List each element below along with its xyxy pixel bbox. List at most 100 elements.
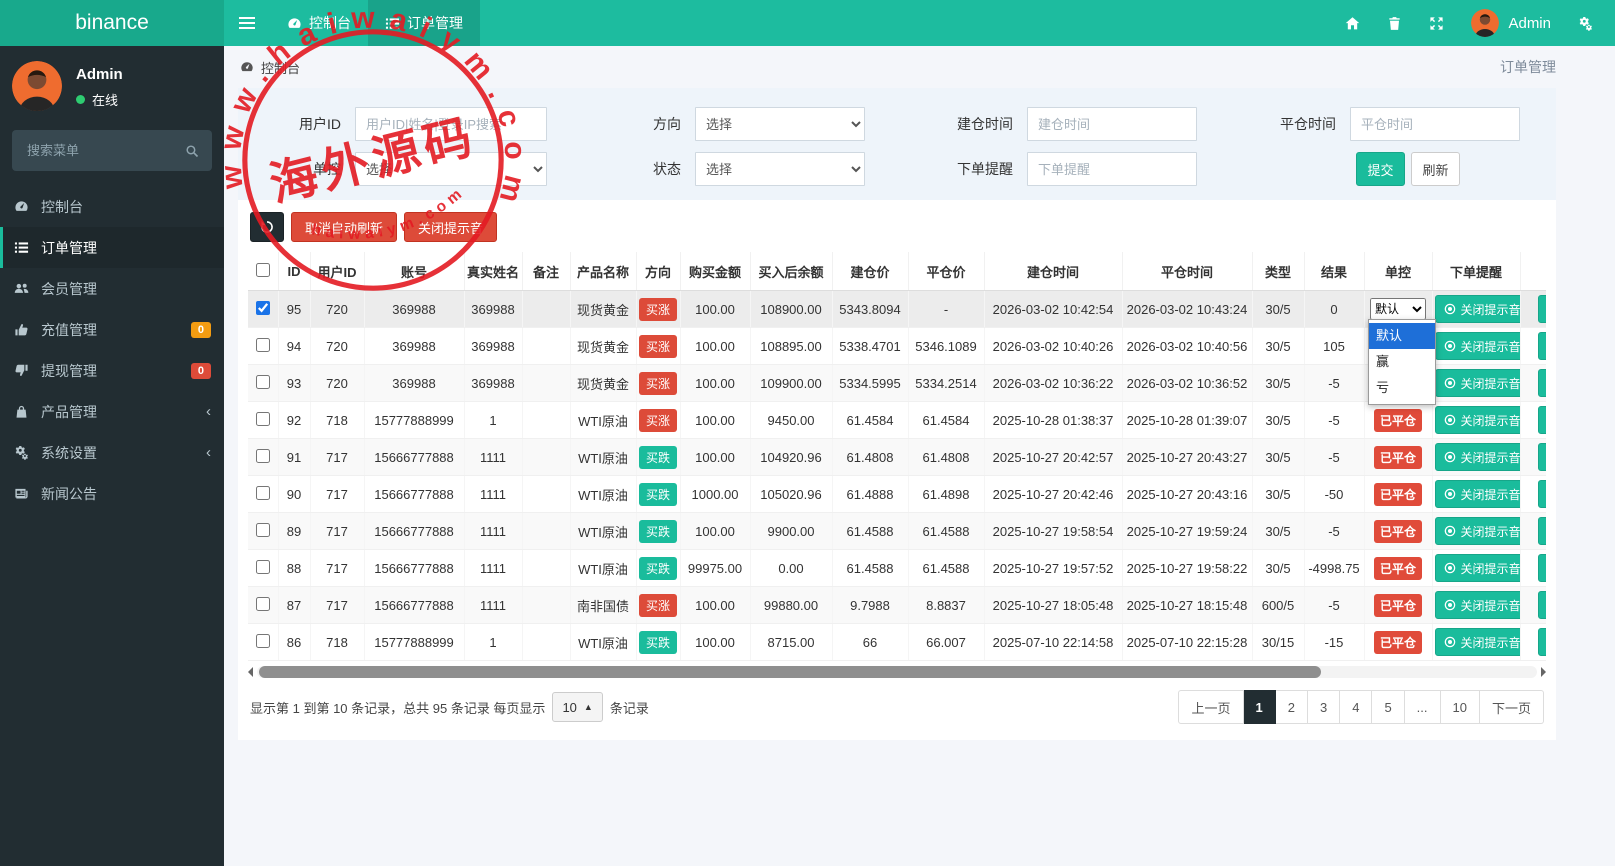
- column-header[interactable]: 买入后余额: [750, 252, 833, 291]
- sidebar-item-2[interactable]: 会员管理: [0, 268, 224, 309]
- column-header[interactable]: 结果: [1304, 252, 1365, 291]
- page-button-5[interactable]: 5: [1372, 690, 1405, 724]
- edit-button[interactable]: [1538, 369, 1546, 397]
- close-alert-sound-button[interactable]: 关闭提示音: [1434, 369, 1519, 397]
- sidebar-item-0[interactable]: 控制台: [0, 186, 224, 227]
- row-checkbox[interactable]: [255, 374, 270, 389]
- page-button-1[interactable]: 1: [1243, 690, 1276, 724]
- edit-button[interactable]: [1538, 628, 1546, 656]
- edit-button[interactable]: [1538, 406, 1546, 434]
- row-checkbox[interactable]: [255, 448, 270, 463]
- close-alert-sound-button[interactable]: 关闭提示音: [1434, 591, 1519, 619]
- breadcrumb-label[interactable]: 控制台: [261, 58, 300, 77]
- column-header[interactable]: 类型: [1252, 252, 1305, 291]
- fullscreen-icon[interactable]: [1429, 16, 1444, 31]
- status-select[interactable]: 选择: [695, 152, 865, 186]
- home-icon[interactable]: [1345, 16, 1360, 31]
- edit-button[interactable]: [1538, 443, 1546, 471]
- dropdown-option[interactable]: 默认: [1369, 323, 1435, 349]
- page-button-上一页[interactable]: 上一页: [1178, 690, 1244, 724]
- close-alert-sound-button[interactable]: 关闭提示音: [1434, 480, 1519, 508]
- scroll-right-arrow-icon[interactable]: [1541, 667, 1546, 677]
- sidebar-item-4[interactable]: 提现管理 0: [0, 350, 224, 391]
- column-header[interactable]: 建仓时间: [984, 252, 1123, 291]
- column-header[interactable]: 备注: [522, 252, 571, 291]
- sidebar-toggle-button[interactable]: [224, 0, 270, 46]
- close-alert-sound-toolbar-button[interactable]: 关闭提示音: [404, 212, 498, 242]
- close-alert-sound-button[interactable]: 关闭提示音: [1434, 628, 1519, 656]
- row-checkbox[interactable]: [255, 485, 270, 500]
- edit-button[interactable]: [1538, 332, 1546, 360]
- user-id-search-input[interactable]: [355, 107, 547, 141]
- scrollbar-track[interactable]: [257, 666, 1537, 678]
- search-icon[interactable]: [185, 144, 199, 158]
- column-header[interactable]: 建仓价: [832, 252, 909, 291]
- page-button-...[interactable]: ...: [1404, 690, 1441, 724]
- row-checkbox[interactable]: [255, 337, 270, 352]
- sidebar-item-5[interactable]: 产品管理 ‹: [0, 391, 224, 432]
- edit-button[interactable]: [1538, 480, 1546, 508]
- refresh-table-button[interactable]: [250, 212, 284, 242]
- direction-select[interactable]: 选择: [695, 107, 865, 141]
- row-checkbox[interactable]: [255, 411, 270, 426]
- close-alert-sound-button[interactable]: 关闭提示音: [1434, 443, 1519, 471]
- row-checkbox[interactable]: [255, 300, 270, 315]
- edit-button[interactable]: [1538, 517, 1546, 545]
- app-logo[interactable]: binance: [0, 0, 224, 46]
- edit-button[interactable]: [1538, 295, 1546, 323]
- trash-icon[interactable]: [1387, 16, 1402, 31]
- edit-button[interactable]: [1538, 554, 1546, 582]
- navbar-tab-1[interactable]: 订单管理: [368, 0, 480, 46]
- close-alert-sound-button[interactable]: 关闭提示音: [1434, 406, 1519, 434]
- open-time-input[interactable]: [1027, 107, 1197, 141]
- column-header[interactable]: 操作: [1520, 252, 1546, 291]
- order-alert-input[interactable]: [1027, 152, 1197, 186]
- close-alert-sound-button[interactable]: 关闭提示音: [1434, 332, 1519, 360]
- edit-button[interactable]: [1538, 591, 1546, 619]
- column-header[interactable]: 平仓价: [908, 252, 985, 291]
- column-header[interactable]: 平仓时间: [1122, 252, 1253, 291]
- page-button-10[interactable]: 10: [1440, 690, 1480, 724]
- control-filter-select[interactable]: 选择: [355, 152, 547, 186]
- row-checkbox[interactable]: [255, 596, 270, 611]
- page-button-3[interactable]: 3: [1307, 690, 1341, 724]
- dropdown-option[interactable]: 亏: [1369, 375, 1435, 401]
- column-header[interactable]: 账号: [364, 252, 465, 291]
- column-header[interactable]: 购买金额: [680, 252, 751, 291]
- sidebar-item-3[interactable]: 充值管理 0: [0, 309, 224, 350]
- select-all-checkbox[interactable]: [255, 262, 270, 277]
- cancel-auto-refresh-button[interactable]: 取消自动刷新: [291, 212, 398, 242]
- dropdown-option[interactable]: 赢: [1369, 349, 1435, 375]
- column-header[interactable]: 产品名称: [570, 252, 637, 291]
- submit-button[interactable]: 提交: [1356, 152, 1405, 186]
- scroll-left-arrow-icon[interactable]: [248, 667, 253, 677]
- column-header[interactable]: 下单提醒: [1432, 252, 1521, 291]
- control-select[interactable]: 默认: [1370, 298, 1426, 320]
- close-time-input[interactable]: [1350, 107, 1520, 141]
- per-page-select[interactable]: 10 ▲: [552, 692, 603, 722]
- sidebar-item-6[interactable]: 系统设置 ‹: [0, 432, 224, 473]
- page-button-4[interactable]: 4: [1340, 690, 1373, 724]
- page-button-2[interactable]: 2: [1275, 690, 1308, 724]
- close-alert-sound-button[interactable]: 关闭提示音: [1434, 517, 1519, 545]
- settings-gears-icon[interactable]: [1578, 16, 1593, 31]
- refresh-filters-button[interactable]: 刷新: [1411, 152, 1460, 186]
- scrollbar-thumb[interactable]: [259, 666, 1322, 678]
- navbar-user[interactable]: Admin: [1471, 9, 1551, 37]
- sidebar-item-7[interactable]: 新闻公告: [0, 473, 224, 514]
- sidebar-item-1[interactable]: 订单管理: [0, 227, 224, 268]
- row-checkbox[interactable]: [255, 633, 270, 648]
- column-header[interactable]: 真实姓名: [464, 252, 523, 291]
- row-checkbox[interactable]: [255, 522, 270, 537]
- menu-search-input[interactable]: [25, 142, 177, 159]
- column-header[interactable]: 单控: [1364, 252, 1433, 291]
- column-header[interactable]: ID: [278, 252, 311, 291]
- column-header[interactable]: 方向: [636, 252, 681, 291]
- hand-up-icon: [14, 322, 29, 337]
- column-header[interactable]: 用户ID: [310, 252, 365, 291]
- row-checkbox[interactable]: [255, 559, 270, 574]
- page-button-下一页[interactable]: 下一页: [1479, 690, 1544, 724]
- close-alert-sound-button[interactable]: 关闭提示音: [1434, 554, 1519, 582]
- close-alert-sound-button[interactable]: 关闭提示音: [1434, 295, 1519, 323]
- navbar-tab-0[interactable]: 控制台: [270, 0, 368, 46]
